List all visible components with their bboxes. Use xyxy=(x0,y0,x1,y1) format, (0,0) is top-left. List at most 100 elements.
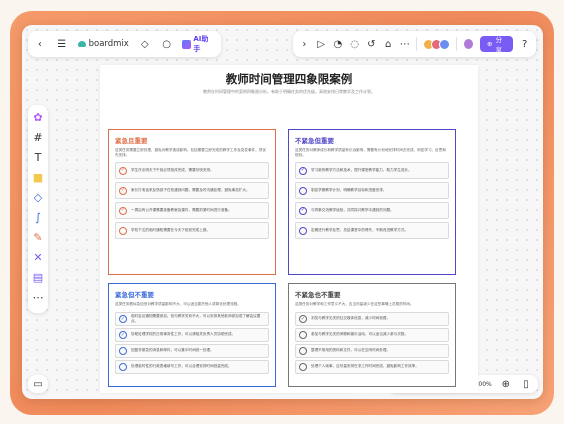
list-item[interactable]: 回复非紧急的消息和邮件，可以集中时间统一处理。 xyxy=(115,344,269,358)
cloud-icon xyxy=(77,41,86,47)
quadrant-description: 这类任务需要立即处理，避免对教学造成影响。包括需要立即完成的教学工作及突发事件，… xyxy=(115,148,266,158)
comment-icon[interactable]: ◌ xyxy=(349,38,360,50)
quadrant-title: 紧急且重要 xyxy=(115,137,148,145)
quadrant-description: 这类任务看似急迫但对教学质量影响不大，可以适当委托他人或简化处理流程。 xyxy=(115,302,241,306)
checkbox-empty-icon[interactable] xyxy=(299,226,307,235)
avatar xyxy=(439,38,451,50)
item-text: 与同事交流教学经验，共同探讨教学中遇到的问题。 xyxy=(311,208,394,213)
list-item[interactable]: 整理不常用的资料和文件，可以在空闲时间处理。 xyxy=(295,344,449,358)
zoom-in-icon[interactable]: ⊕ xyxy=(500,378,512,390)
item-text: 学生作业明天下午前必须批改完成，需要尽快安排。 xyxy=(131,168,214,173)
list-item[interactable]: ✓ 学习新的教学方法和技术，提升课堂教学能力，助力学生成长。 xyxy=(295,162,449,180)
canvas-window: ‹ ☰ boardmix ◇ ○ AI助手 › ▷ ◔ ◌ ↺ ⌂ ⋯ ⊕ 分享 xyxy=(22,25,543,399)
checkmark-icon[interactable]: ✓ xyxy=(119,186,127,195)
brand-logo[interactable]: boardmix xyxy=(77,39,129,49)
search-icon[interactable]: ○ xyxy=(161,38,173,50)
item-text: 整理不常用的资料和文件，可以在空闲时间处理。 xyxy=(311,348,391,353)
checkmark-icon[interactable]: ✓ xyxy=(299,315,307,323)
user-plus-icon: ⊕ xyxy=(486,40,493,48)
help-icon[interactable]: ? xyxy=(519,38,530,50)
table-icon[interactable]: ▤ xyxy=(32,271,44,284)
list-item[interactable]: ✓ 临时会议通知需要参加，但与教学关系不大，可以安排其他老师参加或了解会议要点。 xyxy=(115,312,269,326)
quadrant-title: 紧急但不重要 xyxy=(115,291,154,299)
divider xyxy=(456,37,458,51)
quadrant-description: 这类任务对教学和工作意义不大，应当尽量减少在这些事情上花费的时间。 xyxy=(295,302,414,306)
quadrant-description: 这类任务对教师成长和教学质量有长远影响，需要有计划地安排时间去完成，例如学习、反… xyxy=(295,148,446,158)
list-item[interactable]: ✓ 协助处理学校的日常事务性工作，可以请相关负责人员协助完成。 xyxy=(115,328,269,342)
list-item[interactable]: ✓ 家长打电话来反馈孩子在校遇到问题，需要及时沟通处理，避免事态扩大。 xyxy=(115,182,269,200)
ai-assistant-button[interactable]: AI助手 xyxy=(182,34,215,54)
item-text: 处理临时性的行政表格填写工作，可以合理安排时间批量完成。 xyxy=(131,364,232,369)
pen-icon[interactable]: ✎ xyxy=(32,231,44,244)
list-item[interactable]: 定期进行教学反思，总结课堂中的得失，不断改进教学方式。 xyxy=(295,222,449,240)
list-item[interactable]: ✓ 学生作业明天下午前必须批改完成，需要尽快安排。 xyxy=(115,162,269,180)
item-text: 制定学期教学计划，明确教学目标和进度安排。 xyxy=(311,188,387,193)
checkmark-icon[interactable]: ✓ xyxy=(299,206,307,215)
tag-icon[interactable]: ◇ xyxy=(139,38,151,50)
checkbox-empty-icon[interactable] xyxy=(119,347,127,355)
user-avatar[interactable] xyxy=(463,38,474,50)
quadrant-title: 不紧急也不重要 xyxy=(295,291,341,299)
timer-icon[interactable]: ◔ xyxy=(333,38,344,50)
text-icon[interactable]: T xyxy=(32,151,44,164)
quadrant-title: 不紧急但重要 xyxy=(295,137,334,145)
play-icon[interactable]: ▷ xyxy=(316,38,327,50)
item-text: 学习新的教学方法和技术，提升课堂教学能力，助力学生成长。 xyxy=(311,168,412,173)
checkmark-icon[interactable]: ✓ xyxy=(119,331,127,339)
checkbox-empty-icon[interactable] xyxy=(299,347,307,355)
list-item[interactable]: 参加与教学无关的闲聊和娱乐活动，可以适当减少参与次数。 xyxy=(295,328,449,342)
document-subtitle: 教师在时间管理中的案例四象限分析，有助于明确任务的优先级，高效安排日常教学及工作… xyxy=(203,89,375,94)
mindmap-icon[interactable]: ✕ xyxy=(32,251,44,264)
list-item[interactable]: ✓ 浏览与教学无关的社交媒体信息，减少时间浪费。 xyxy=(295,312,449,326)
quadrant-urgent-important[interactable]: 紧急且重要 这类任务需要立即处理，避免对教学造成影响。包括需要立即完成的教学工作… xyxy=(108,129,276,275)
menu-icon[interactable]: ☰ xyxy=(56,38,68,50)
list-item[interactable]: 处理临时性的行政表格填写工作，可以合理安排时间批量完成。 xyxy=(115,360,269,374)
back-icon[interactable]: ‹ xyxy=(34,38,46,50)
checkbox-empty-icon[interactable] xyxy=(299,363,307,371)
list-item[interactable]: 处理个人琐事，应尽量安排在非工作时间完成，避免影响工作效率。 xyxy=(295,360,449,374)
checkmark-icon[interactable]: ✓ xyxy=(119,166,127,175)
share-button[interactable]: ⊕ 分享 xyxy=(479,36,514,54)
item-text: 定期进行教学反思，总结课堂中的得失，不断改进教学方式。 xyxy=(311,228,409,233)
left-toolbar: ✿ # T ■ ◇ ∫ ✎ ✕ ▤ ⋯ xyxy=(28,105,48,313)
more-icon[interactable]: ⋯ xyxy=(400,38,411,50)
shape-icon[interactable]: ◇ xyxy=(32,191,44,204)
item-text: 处理个人琐事，应尽量安排在非工作时间完成，避免影响工作效率。 xyxy=(311,364,419,369)
collaborator-avatars[interactable] xyxy=(423,38,451,50)
item-text: 家长打电话来反馈孩子在校遇到问题，需要及时沟通处理，避免事态扩大。 xyxy=(131,188,250,193)
checkmark-icon[interactable]: ✓ xyxy=(299,166,307,175)
quadrant-urgent-not-important[interactable]: 紧急但不重要 这类任务看似急迫但对教学质量影响不大，可以适当委托他人或简化处理流… xyxy=(108,283,276,387)
checkbox-empty-icon[interactable] xyxy=(119,226,127,235)
book-icon[interactable]: ▯ xyxy=(520,378,532,390)
share-label: 分享 xyxy=(495,36,502,54)
list-item[interactable]: 学校下达的临时通知需要在今天下班前完成上报。 xyxy=(115,222,269,240)
quadrant-document[interactable]: 教师时间管理四象限案例 教师在时间管理中的案例四象限分析，有助于明确任务的优先级… xyxy=(100,65,478,393)
list-item[interactable]: ✓ 与同事交流教学经验，共同探讨教学中遇到的问题。 xyxy=(295,202,449,220)
minimap-toggle[interactable]: ▭ xyxy=(28,375,48,393)
checkbox-empty-icon[interactable] xyxy=(299,331,307,339)
sticky-note-icon[interactable]: ■ xyxy=(32,171,44,184)
ai-icon xyxy=(182,39,192,49)
quadrant-not-urgent-not-important[interactable]: 不紧急也不重要 这类任务对教学和工作意义不大，应当尽量减少在这些事情上花费的时间… xyxy=(288,283,456,387)
item-text: 协助处理学校的日常事务性工作，可以请相关负责人员协助完成。 xyxy=(131,332,236,337)
ai-label: AI助手 xyxy=(193,35,209,53)
more-tools-icon[interactable]: ⋯ xyxy=(32,291,44,304)
item-text: 临时会议通知需要参加，但与教学关系不大，可以安排其他老师参加或了解会议要点。 xyxy=(131,313,261,323)
template-icon[interactable]: ✿ xyxy=(32,111,44,124)
connector-icon[interactable]: ∫ xyxy=(32,211,44,224)
checkbox-empty-icon[interactable] xyxy=(299,186,307,195)
library-icon[interactable]: ⌂ xyxy=(383,38,394,50)
checkmark-icon[interactable]: ✓ xyxy=(119,206,127,215)
checkmark-icon[interactable]: ✓ xyxy=(119,315,127,323)
quadrant-not-urgent-important[interactable]: 不紧急但重要 这类任务对教师成长和教学质量有长远影响，需要有计划地安排时间去完成… xyxy=(288,129,456,275)
list-item[interactable]: ✓ 一周后有公开课需要准备教案及课件，需要抓紧时间进行准备。 xyxy=(115,202,269,220)
top-left-toolbar: ‹ ☰ boardmix ◇ ○ AI助手 xyxy=(28,31,221,57)
divider xyxy=(416,37,418,51)
frame-icon[interactable]: # xyxy=(32,131,44,144)
chevron-right-icon[interactable]: › xyxy=(299,38,310,50)
list-item[interactable]: 制定学期教学计划，明确教学目标和进度安排。 xyxy=(295,182,449,200)
checkbox-empty-icon[interactable] xyxy=(119,363,127,371)
history-icon[interactable]: ↺ xyxy=(366,38,377,50)
top-right-toolbar: › ▷ ◔ ◌ ↺ ⌂ ⋯ ⊕ 分享 ? xyxy=(293,31,536,57)
item-text: 回复非紧急的消息和邮件，可以集中时间统一处理。 xyxy=(131,348,214,353)
